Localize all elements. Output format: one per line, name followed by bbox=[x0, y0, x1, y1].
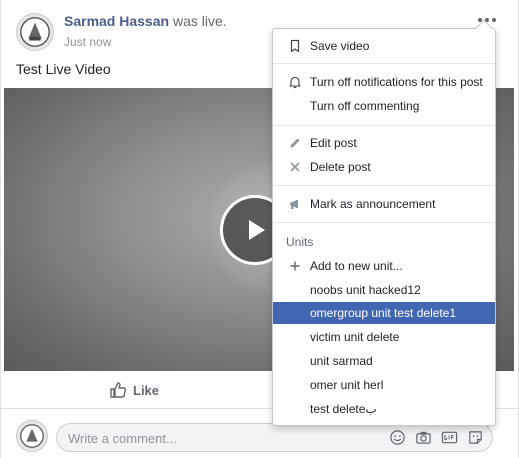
menu-item-unit[interactable]: test deleteب bbox=[273, 398, 495, 420]
menu-item-mark-announcement[interactable]: Mark as announcement bbox=[273, 193, 495, 215]
play-icon bbox=[249, 220, 265, 240]
camera-icon[interactable] bbox=[415, 429, 432, 446]
menu-item-save-video[interactable]: Save video bbox=[273, 35, 495, 57]
menu-item-unit[interactable]: omer unit herl bbox=[273, 374, 495, 396]
thumbs-up-icon bbox=[110, 382, 127, 398]
menu-item-unit[interactable]: unit sarmad bbox=[273, 350, 495, 372]
menu-divider bbox=[273, 125, 495, 126]
units-section-header: Units bbox=[286, 235, 314, 249]
menu-item-delete-post[interactable]: Delete post bbox=[273, 156, 495, 178]
menu-item-label: omer unit herl bbox=[310, 378, 384, 392]
menu-item-label: victim unit delete bbox=[310, 330, 400, 344]
menu-item-unit[interactable]: noobs unit hacked12 bbox=[273, 279, 495, 301]
bookmark-icon bbox=[290, 39, 300, 53]
post-action-text: was live. bbox=[172, 13, 227, 29]
sticker-icon[interactable] bbox=[467, 429, 484, 446]
menu-item-turn-off-commenting[interactable]: Turn off commenting bbox=[273, 95, 495, 117]
megaphone-icon bbox=[290, 199, 298, 209]
gif-icon[interactable] bbox=[441, 429, 458, 446]
menu-divider bbox=[273, 185, 495, 186]
menu-item-unit[interactable]: victim unit delete bbox=[273, 326, 495, 348]
menu-item-label: Delete post bbox=[310, 160, 371, 174]
dot-icon bbox=[492, 18, 496, 22]
author-name-link[interactable]: Sarmad Hassan bbox=[64, 13, 169, 29]
post-text: Test Live Video bbox=[16, 61, 111, 77]
menu-item-label: Save video bbox=[310, 39, 370, 53]
close-icon bbox=[290, 162, 300, 172]
post-timestamp[interactable]: Just now bbox=[64, 35, 111, 49]
comment-input[interactable]: Write a comment... bbox=[56, 423, 493, 452]
comment-placeholder: Write a comment... bbox=[68, 431, 177, 446]
menu-divider bbox=[273, 63, 495, 64]
menu-divider bbox=[273, 222, 495, 223]
menu-item-label: Add to new unit... bbox=[310, 259, 403, 273]
menu-item-turn-off-notifications[interactable]: Turn off notifications for this post bbox=[273, 71, 495, 93]
bell-icon bbox=[289, 76, 301, 89]
like-button[interactable]: Like bbox=[109, 381, 159, 399]
menu-item-label: omergroup unit test delete1 bbox=[310, 306, 457, 320]
menu-item-label: Turn off notifications for this post bbox=[310, 75, 483, 89]
menu-item-add-to-new-unit[interactable]: Add to new unit... bbox=[273, 255, 495, 277]
emoji-icon[interactable] bbox=[389, 429, 406, 446]
menu-item-unit-selected[interactable]: omergroup unit test delete1 bbox=[273, 302, 495, 324]
comment-tools bbox=[389, 429, 484, 446]
commenter-avatar bbox=[16, 420, 48, 452]
author-avatar[interactable] bbox=[16, 13, 54, 51]
like-label: Like bbox=[133, 382, 160, 398]
menu-item-label: Edit post bbox=[310, 136, 357, 150]
plus-icon bbox=[290, 261, 300, 271]
menu-item-label: Turn off commenting bbox=[310, 99, 420, 113]
menu-item-label: Mark as announcement bbox=[310, 197, 436, 211]
post-options-menu: Save video Turn off notifications for th… bbox=[272, 19, 496, 426]
menu-item-label: test deleteب bbox=[310, 402, 377, 416]
menu-item-label: unit sarmad bbox=[310, 354, 373, 368]
menu-item-label: noobs unit hacked12 bbox=[310, 283, 421, 297]
pencil-icon bbox=[290, 138, 300, 148]
post-header: Sarmad Hassan was live. bbox=[64, 13, 227, 29]
menu-item-edit-post[interactable]: Edit post bbox=[273, 132, 495, 154]
